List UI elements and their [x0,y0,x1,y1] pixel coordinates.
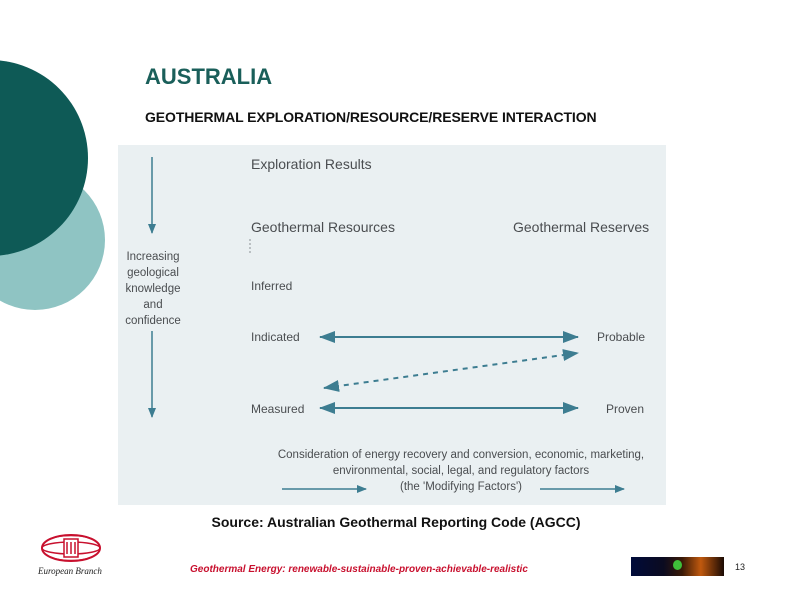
indicated-label: Indicated [251,330,300,344]
modifying-line: (the 'Modifying Factors') [400,481,522,493]
branch-label: European Branch [38,566,102,576]
footer-tagline: Geothermal Energy: renewable-sustainable… [190,564,528,575]
knowledge-line: and [143,299,163,311]
page-number: 13 [735,562,746,572]
knowledge-line: confidence [125,315,181,327]
knowledge-line: geological [127,267,179,279]
probable-label: Probable [597,330,646,344]
knowledge-line: knowledge [125,283,181,295]
modifying-line: Consideration of energy recovery and con… [277,449,645,461]
exploration-results-label: Exploration Results [251,156,372,172]
knowledge-confidence-label: Increasing geological knowledge and conf… [118,249,188,329]
footer-thumbnail-image [631,557,724,576]
slide-title: AUSTRALIA [145,64,273,89]
source-caption: Source: Australian Geothermal Reporting … [211,514,581,530]
modifying-line: environmental, social, legal, and regula… [332,465,590,477]
dashed-diagonal-arrow [323,349,579,392]
slide-subtitle: GEOTHERMAL EXPLORATION/RESOURCE/RESERVE … [145,109,597,125]
geothermal-reserves-label: Geothermal Reserves [513,219,650,235]
geothermal-resources-label: Geothermal Resources [251,219,395,235]
knowledge-line: Increasing [126,251,180,263]
modifying-factors-text: Consideration of energy recovery and con… [276,447,646,495]
measured-label: Measured [251,402,305,416]
proven-label: Proven [606,402,645,416]
inferred-label: Inferred [251,279,293,293]
thumbnail-spot [673,560,682,570]
diagram-panel: Exploration Results Geothermal Resources… [118,145,666,505]
european-branch-logo [41,534,101,562]
decorative-circles [0,60,105,310]
